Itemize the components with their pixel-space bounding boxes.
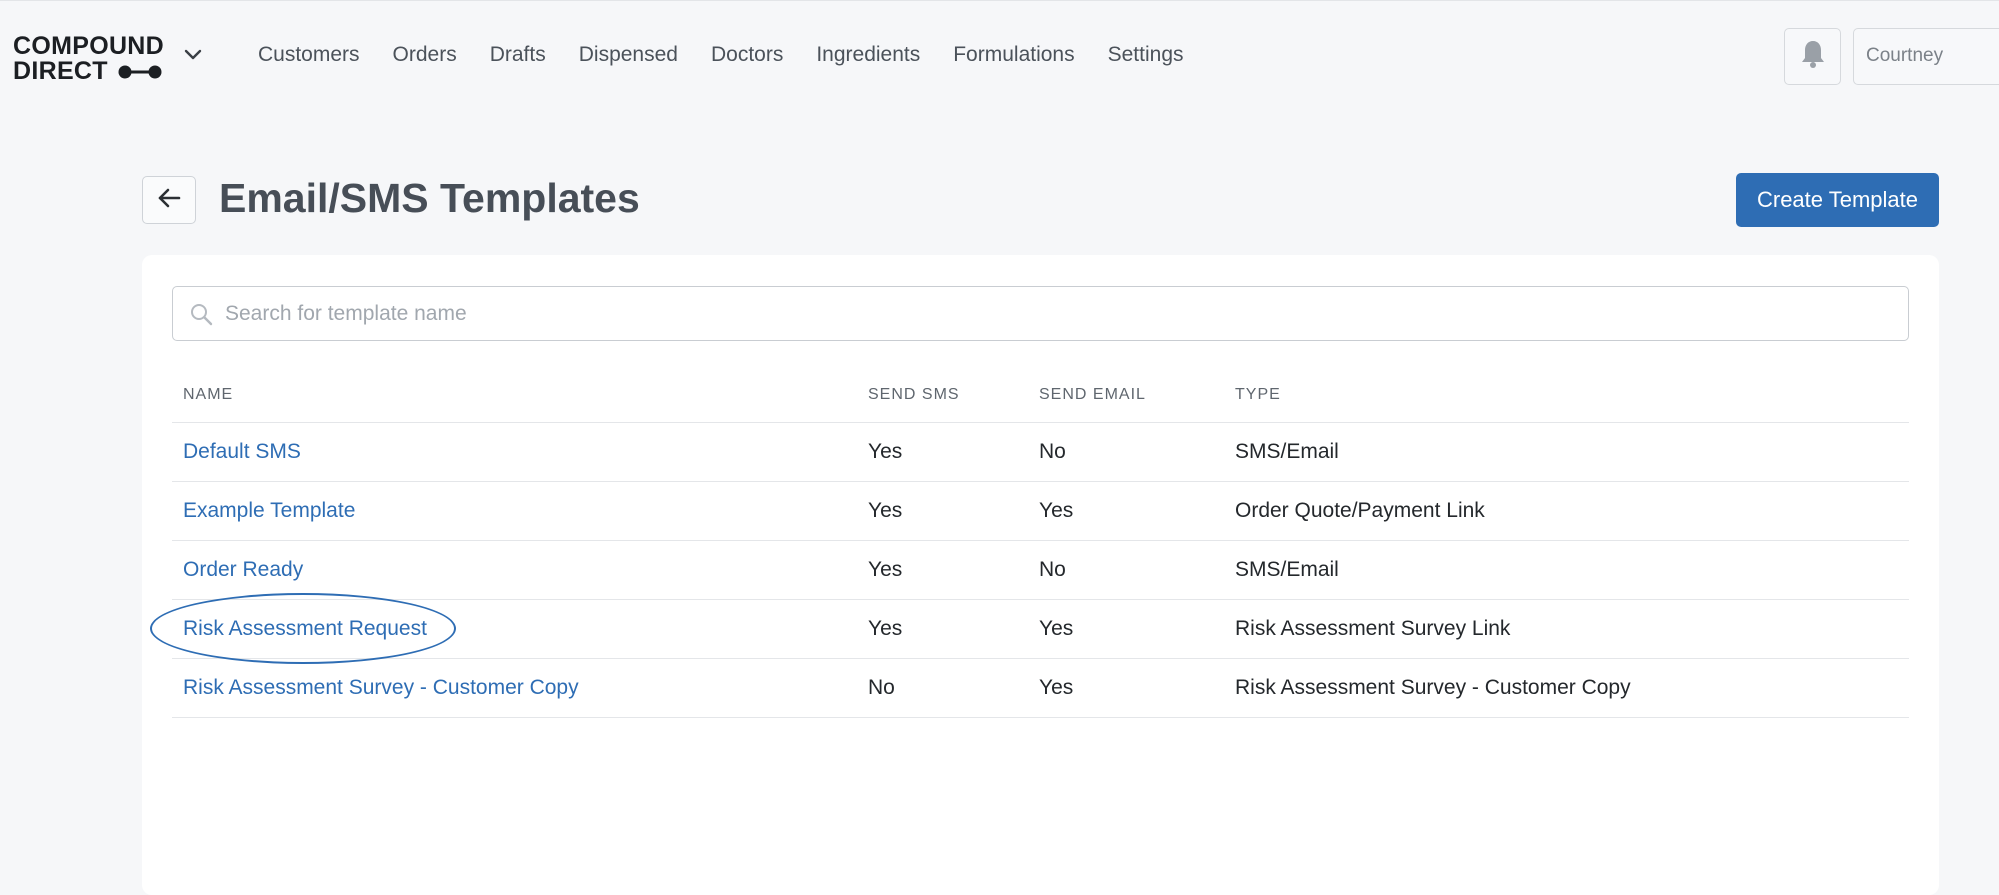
template-link[interactable]: Order Ready	[183, 558, 303, 581]
create-template-button[interactable]: Create Template	[1736, 173, 1939, 227]
template-link[interactable]: Default SMS	[183, 440, 301, 463]
nav-ingredients[interactable]: Ingredients	[816, 43, 920, 67]
type-value: Risk Assessment Survey - Customer Copy	[1224, 658, 1909, 718]
type-value: Risk Assessment Survey Link	[1224, 599, 1909, 659]
nav-dispensed[interactable]: Dispensed	[579, 43, 678, 67]
table-row: Default SMS Yes No SMS/Email	[172, 422, 1909, 482]
search-box[interactable]	[172, 286, 1909, 341]
back-button[interactable]	[142, 176, 196, 224]
brand-switcher[interactable]: COMPOUND DIRECT	[13, 34, 202, 84]
send-email-value: No	[1028, 422, 1224, 482]
templates-card: NAME SEND SMS SEND EMAIL TYPE Default SM…	[142, 255, 1939, 895]
type-value: SMS/Email	[1224, 422, 1909, 482]
send-sms-value: Yes	[857, 481, 1028, 541]
column-header-send-email[interactable]: SEND EMAIL	[1028, 367, 1224, 423]
type-value: Order Quote/Payment Link	[1224, 481, 1909, 541]
user-name: Courtney	[1866, 45, 1944, 66]
send-email-value: Yes	[1028, 599, 1224, 659]
nav-customers[interactable]: Customers	[258, 43, 360, 67]
connector-dots-icon	[118, 64, 162, 80]
notifications-button[interactable]	[1784, 28, 1841, 85]
template-link[interactable]: Risk Assessment Survey - Customer Copy	[183, 676, 579, 699]
nav-settings[interactable]: Settings	[1108, 43, 1184, 67]
page-header: Email/SMS Templates Create Template	[142, 172, 1941, 230]
column-header-send-sms[interactable]: SEND SMS	[857, 367, 1028, 423]
table-row: Risk Assessment Survey - Customer Copy N…	[172, 658, 1909, 718]
send-email-value: Yes	[1028, 481, 1224, 541]
logo-line-1: COMPOUND	[13, 32, 165, 60]
nav-orders[interactable]: Orders	[393, 43, 457, 67]
template-link[interactable]: Risk Assessment Request	[183, 617, 427, 640]
user-menu[interactable]: Courtney	[1853, 28, 1999, 85]
table-header-row: NAME SEND SMS SEND EMAIL TYPE	[172, 367, 1909, 423]
type-value: SMS/Email	[1224, 540, 1909, 600]
top-navigation-bar: COMPOUND DIRECT Customers Orders Drafts	[0, 0, 1999, 110]
send-email-value: Yes	[1028, 658, 1224, 718]
chevron-down-icon[interactable]	[184, 48, 202, 66]
nav-formulations[interactable]: Formulations	[953, 43, 1074, 67]
template-link[interactable]: Example Template	[183, 499, 355, 522]
send-email-value: No	[1028, 540, 1224, 600]
page-title: Email/SMS Templates	[219, 175, 640, 221]
logo-line-2: DIRECT	[13, 57, 108, 85]
send-sms-value: Yes	[857, 540, 1028, 600]
arrow-left-icon	[156, 187, 182, 214]
table-row: Order Ready Yes No SMS/Email	[172, 540, 1909, 600]
table-row: Example Template Yes Yes Order Quote/Pay…	[172, 481, 1909, 541]
nav-doctors[interactable]: Doctors	[711, 43, 783, 67]
bell-icon	[1800, 39, 1826, 74]
send-sms-value: Yes	[857, 422, 1028, 482]
column-header-name[interactable]: NAME	[172, 367, 857, 423]
column-header-type[interactable]: TYPE	[1224, 367, 1909, 423]
search-input[interactable]	[223, 300, 1877, 327]
search-icon	[189, 302, 213, 326]
compound-direct-logo: COMPOUND DIRECT	[13, 34, 164, 84]
templates-table: NAME SEND SMS SEND EMAIL TYPE Default SM…	[150, 367, 1909, 718]
nav-drafts[interactable]: Drafts	[490, 43, 546, 67]
send-sms-value: No	[857, 658, 1028, 718]
send-sms-value: Yes	[857, 599, 1028, 659]
main-nav: Customers Orders Drafts Dispensed Doctor…	[258, 43, 1217, 67]
table-row: Risk Assessment Request Yes Yes Risk Ass…	[150, 593, 1909, 664]
